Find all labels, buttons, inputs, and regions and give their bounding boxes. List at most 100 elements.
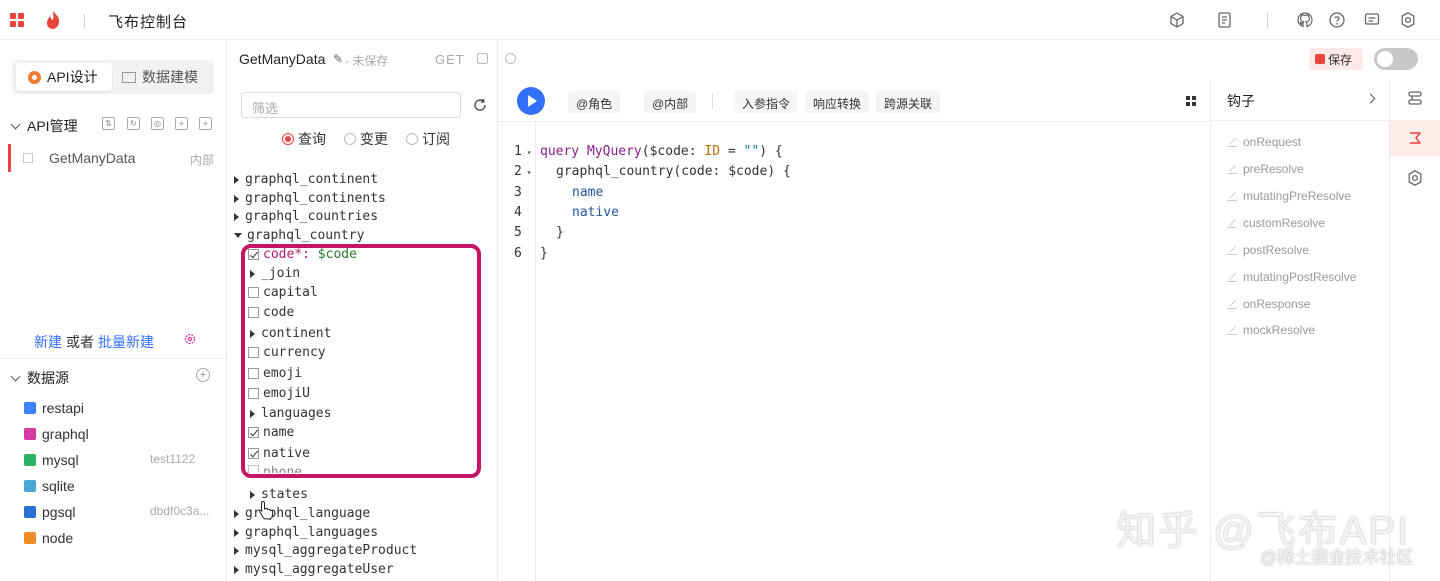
variable: ($code: [641, 144, 689, 159]
new-api-link[interactable]: 新建: [34, 334, 62, 350]
api-list-item[interactable]: GetManyData 内部: [8, 144, 218, 172]
type: ID: [704, 144, 721, 159]
layout-grid-icon[interactable]: [1186, 96, 1196, 106]
settings-icon[interactable]: [1399, 11, 1417, 29]
code-line-1[interactable]: query MyQuery($code: ID = "") {: [540, 144, 783, 159]
hook-item[interactable]: onRequest: [1227, 135, 1301, 149]
radio-subscription[interactable]: 订阅: [406, 129, 450, 149]
rail-flow-button[interactable]: [1390, 80, 1440, 116]
line-number: 3: [514, 185, 522, 200]
tree-item[interactable]: graphql_countries: [234, 209, 378, 224]
tree-item[interactable]: mysql_aggregateUser: [234, 562, 394, 577]
code-line-5[interactable]: }: [556, 225, 564, 240]
hook-label: mockResolve: [1243, 323, 1316, 337]
rail-settings-button[interactable]: [1390, 160, 1440, 196]
field-name: graphql_country: [556, 164, 674, 179]
hook-item[interactable]: mutatingPostResolve: [1227, 270, 1356, 284]
selection-highlight-box: [241, 244, 481, 478]
hook-item[interactable]: preResolve: [1227, 162, 1304, 176]
divider: [84, 14, 85, 28]
node-icon: [24, 532, 36, 544]
cube-icon[interactable]: [1168, 11, 1186, 29]
datasource-name: node: [42, 530, 74, 546]
tree-item[interactable]: mysql_aggregateProduct: [234, 543, 417, 558]
tree-item[interactable]: graphql_language: [234, 506, 370, 521]
expand-icon: [234, 194, 239, 203]
edit-icon[interactable]: ✎: [333, 52, 343, 66]
publish-toggle[interactable]: [1374, 48, 1418, 70]
role-button[interactable]: @角色: [568, 91, 621, 113]
datasource-item-mysql[interactable]: mysql test1122: [24, 450, 195, 470]
code-line-6[interactable]: }: [540, 246, 548, 261]
target-icon[interactable]: ◎: [151, 117, 164, 130]
divider: [0, 358, 226, 359]
datasource-item-node[interactable]: node: [24, 528, 73, 548]
filter-input[interactable]: 筛选: [241, 92, 461, 118]
apps-grid-icon[interactable]: [10, 13, 24, 27]
api-management-header[interactable]: API管理: [10, 116, 78, 136]
tree-item[interactable]: graphql_languages: [234, 525, 378, 540]
refresh-icon[interactable]: ↻: [127, 117, 140, 130]
api-design-icon: [28, 70, 41, 84]
message-icon[interactable]: [1363, 11, 1381, 29]
gear-icon[interactable]: [183, 332, 197, 346]
datasource-item-graphql[interactable]: graphql: [24, 424, 89, 444]
tab-api-design[interactable]: API设计: [16, 63, 112, 91]
tree-item[interactable]: graphql_continent: [234, 172, 378, 187]
hook-item[interactable]: mutatingPreResolve: [1227, 189, 1351, 203]
collapse-icon: [234, 233, 242, 238]
edit-icon: [1227, 272, 1237, 282]
cross-source-button[interactable]: 跨源关联: [876, 91, 941, 113]
code-line-4[interactable]: native: [572, 205, 619, 220]
add-api-icon[interactable]: +: [199, 117, 212, 130]
batch-new-link[interactable]: 批量新建: [98, 334, 154, 350]
radio-mutation[interactable]: 变更: [344, 129, 388, 149]
radio-query[interactable]: 查询: [282, 129, 326, 149]
keyword: query: [540, 144, 580, 159]
rail-hooks-button[interactable]: [1390, 120, 1440, 156]
datasource-header[interactable]: 数据源: [10, 368, 69, 388]
flow-icon: [1408, 91, 1422, 105]
add-folder-icon[interactable]: +: [175, 117, 188, 130]
copy-icon[interactable]: [477, 53, 488, 64]
tree-item[interactable]: graphql_country: [234, 228, 364, 243]
internal-button[interactable]: @内部: [644, 91, 697, 113]
tab-data-modeling[interactable]: 数据建模: [122, 63, 198, 91]
sidebar-tabs: API设计 数据建模: [12, 60, 214, 94]
sort-icon[interactable]: ⇅: [102, 117, 115, 130]
operation-name: GetManyData: [239, 51, 326, 67]
run-button[interactable]: [517, 87, 545, 115]
tree-item[interactable]: graphql_continents: [234, 191, 386, 206]
datasource-meta: dbdf0c3a...: [150, 504, 210, 518]
api-item-icon: [23, 153, 33, 163]
datasource-item-restapi[interactable]: restapi: [24, 398, 84, 418]
hook-item[interactable]: mockResolve: [1227, 323, 1315, 337]
hook-item[interactable]: postResolve: [1227, 243, 1309, 257]
save-label: 保存: [1328, 52, 1353, 67]
restapi-icon: [24, 402, 36, 414]
save-button[interactable]: 保存: [1309, 48, 1363, 70]
line-number: 4: [514, 205, 522, 220]
add-datasource-icon[interactable]: +: [196, 368, 210, 382]
refresh-icon[interactable]: [472, 97, 488, 113]
input-directives-button[interactable]: 入参指令: [734, 91, 799, 113]
response-transform-button[interactable]: 响应转换: [805, 91, 870, 113]
github-icon[interactable]: [1296, 11, 1314, 29]
help-icon[interactable]: [1328, 11, 1346, 29]
code-line-3[interactable]: name: [572, 185, 603, 200]
chevron-right-icon[interactable]: [1365, 93, 1376, 104]
document-icon[interactable]: [1216, 11, 1234, 29]
expand-icon: [234, 546, 239, 555]
line-number: 2 ▾: [514, 164, 532, 179]
datasource-item-sqlite[interactable]: sqlite: [24, 476, 75, 496]
datasource-item-pgsql[interactable]: pgsql dbdf0c3a...: [24, 502, 209, 522]
radio-selected-icon: [282, 133, 294, 145]
top-bar: 飞布控制台: [0, 0, 1440, 40]
divider: [712, 93, 713, 109]
hook-item[interactable]: onResponse: [1227, 297, 1310, 311]
hand-cursor-icon: [259, 500, 274, 520]
hook-item[interactable]: customResolve: [1227, 216, 1325, 230]
radio-icon: [406, 133, 418, 145]
code-line-2[interactable]: graphql_country(code: $code) {: [556, 164, 791, 179]
radio-subscription-label: 订阅: [422, 131, 450, 147]
